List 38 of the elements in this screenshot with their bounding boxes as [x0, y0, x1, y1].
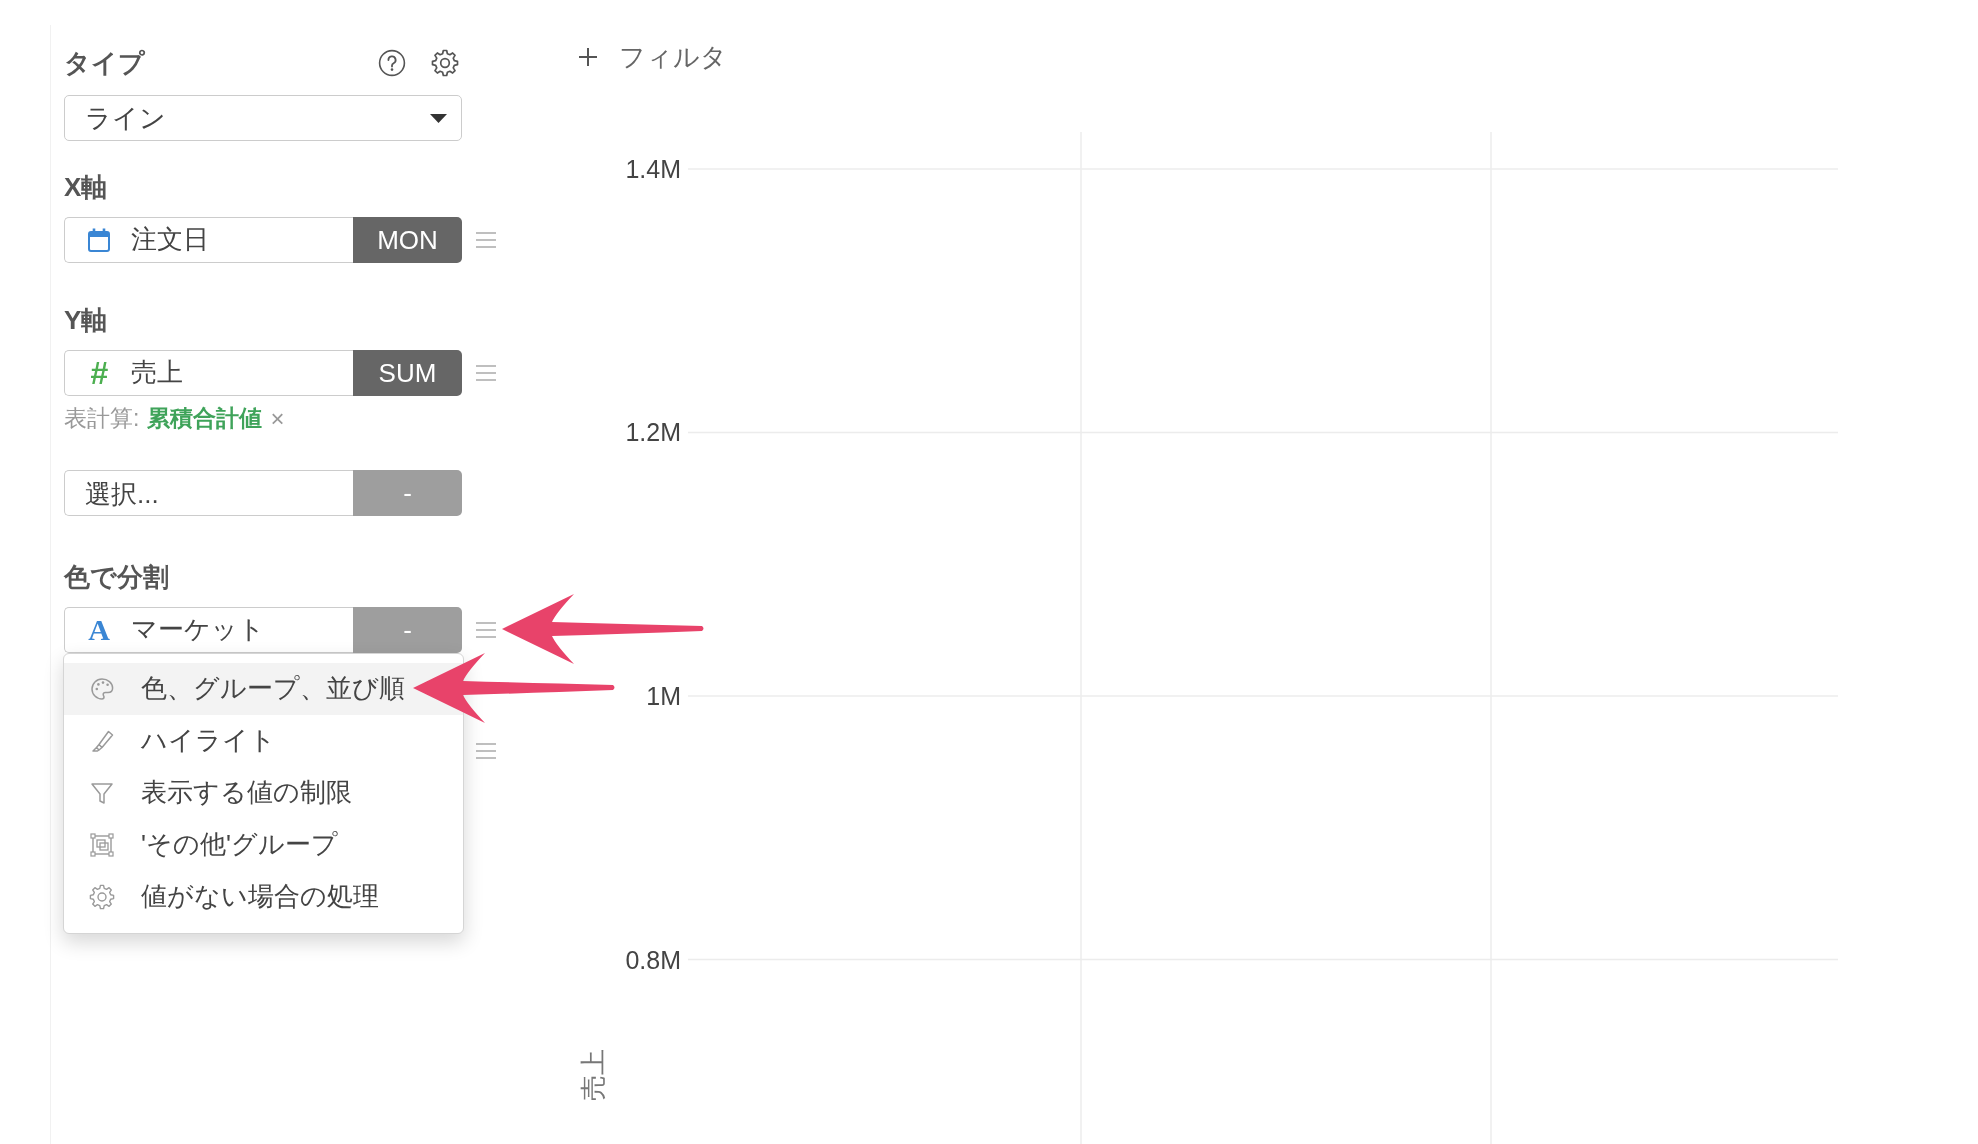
- y-axis-title: 売上: [578, 1049, 608, 1101]
- calendar-icon: [87, 227, 111, 253]
- palette-icon: [89, 676, 115, 702]
- letter-a-icon: A: [87, 615, 111, 645]
- menu-icon[interactable]: [475, 621, 497, 639]
- caret-icon: [430, 113, 447, 123]
- plus-icon: [578, 47, 598, 67]
- y-tick-label: 1.4M: [625, 154, 681, 183]
- table-calc-label: 表計算:: [64, 405, 140, 433]
- menu-icon[interactable]: [475, 231, 497, 249]
- menu-item[interactable]: 表示する値の制限: [64, 767, 463, 819]
- section-label: X軸: [64, 171, 108, 203]
- section-label: Y軸: [64, 304, 108, 336]
- filter-icon: [89, 780, 115, 806]
- field-select[interactable]: 選択...: [64, 470, 353, 516]
- highlighter-icon: [89, 728, 115, 754]
- menu-item[interactable]: 'その他'グループ: [64, 819, 463, 871]
- menu-icon[interactable]: [475, 364, 497, 382]
- field-slot[interactable]: A マーケット: [64, 607, 353, 653]
- field-slot[interactable]: # 売上: [64, 350, 353, 396]
- menu-item[interactable]: ハイライト: [64, 715, 463, 767]
- y-tick-label: 1.2M: [625, 418, 681, 447]
- settings-icon[interactable]: [431, 49, 459, 77]
- help-icon[interactable]: [378, 49, 406, 77]
- y-tick-label: 1M: [646, 682, 681, 710]
- menu-item[interactable]: 値がない場合の処理: [64, 871, 463, 923]
- menu-icon[interactable]: [475, 742, 497, 760]
- aggregation-button[interactable]: SUM: [353, 350, 462, 396]
- gear-icon: [89, 884, 115, 910]
- section-label: タイプ: [64, 47, 145, 79]
- aggregation-button[interactable]: MON: [353, 217, 462, 263]
- add-filter-button[interactable]: フィルタ: [578, 37, 727, 77]
- section-label: 色で分割: [64, 561, 169, 593]
- group-frame-icon: [89, 832, 115, 858]
- chart-type-select[interactable]: ライン: [64, 95, 462, 141]
- y-tick-label: 0.8M: [625, 945, 681, 974]
- hash-icon: #: [87, 357, 111, 389]
- field-slot[interactable]: 注文日: [64, 217, 353, 263]
